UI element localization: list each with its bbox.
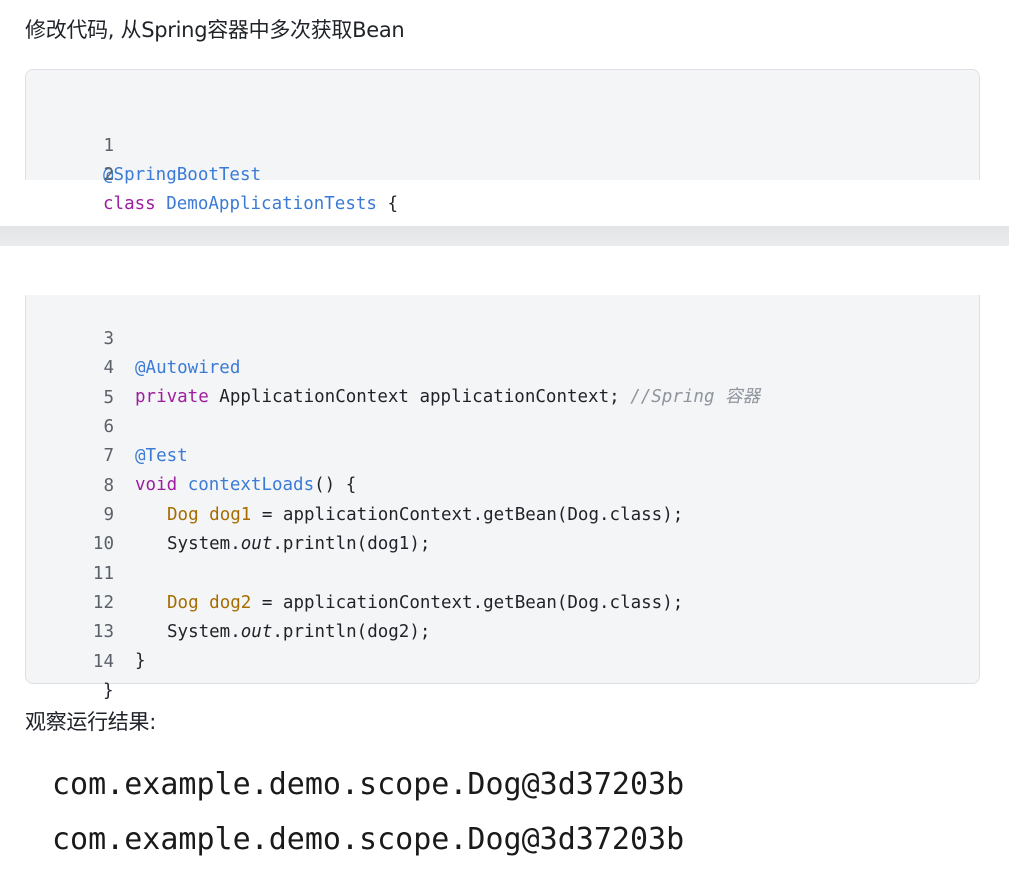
output-line: com.example.demo.scope.Dog@3d37203b <box>52 767 685 802</box>
code-text: } <box>103 677 114 706</box>
page-break <box>0 226 1009 246</box>
code-token: class <box>103 194 156 214</box>
code-line: 8 Dog dog1 = applicationContext.getBean(… <box>26 443 979 525</box>
code-line: 1 @SpringBootTest <box>26 103 979 185</box>
code-block-top: 1 @SpringBootTest 2 class DemoApplicatio… <box>25 69 980 214</box>
code-line: 12 System.out.println(dog2); <box>26 560 979 642</box>
code-line: 3 @Autowired <box>26 296 979 378</box>
code-block-bottom: 3 @Autowired 4 private ApplicationContex… <box>25 295 980 701</box>
code-line: 14 } <box>26 619 979 701</box>
code-text: @SpringBootTest <box>103 161 261 190</box>
code-line: 9 System.out.println(dog1); <box>26 472 979 554</box>
output-line: com.example.demo.scope.Dog@3d37203b <box>52 822 685 857</box>
code-line: 7 void contextLoads() { <box>26 413 979 495</box>
code-line: 10 <box>26 501 979 554</box>
line-number: 2 <box>103 165 114 185</box>
code-line: 6 @Test <box>26 384 979 466</box>
code-line: 5 <box>26 355 979 408</box>
code-line: 4 private ApplicationContext application… <box>26 325 979 407</box>
code-line: 11 Dog dog2 = applicationContext.getBean… <box>26 531 979 613</box>
code-token: } <box>135 651 146 671</box>
code-token: DemoApplicationTests <box>166 194 377 214</box>
code-line: 13 } <box>26 589 979 671</box>
code-token: } <box>103 681 114 701</box>
code-text: class DemoApplicationTests { <box>103 190 398 219</box>
result-heading: 观察运行结果: <box>25 710 156 734</box>
code-line: 2 class DemoApplicationTests { <box>26 132 979 214</box>
code-token: @SpringBootTest <box>103 165 262 185</box>
line-number: 14 <box>92 652 114 672</box>
code-token: { <box>376 194 399 214</box>
section-heading: 修改代码, 从Spring容器中多次获取Bean <box>25 18 405 42</box>
